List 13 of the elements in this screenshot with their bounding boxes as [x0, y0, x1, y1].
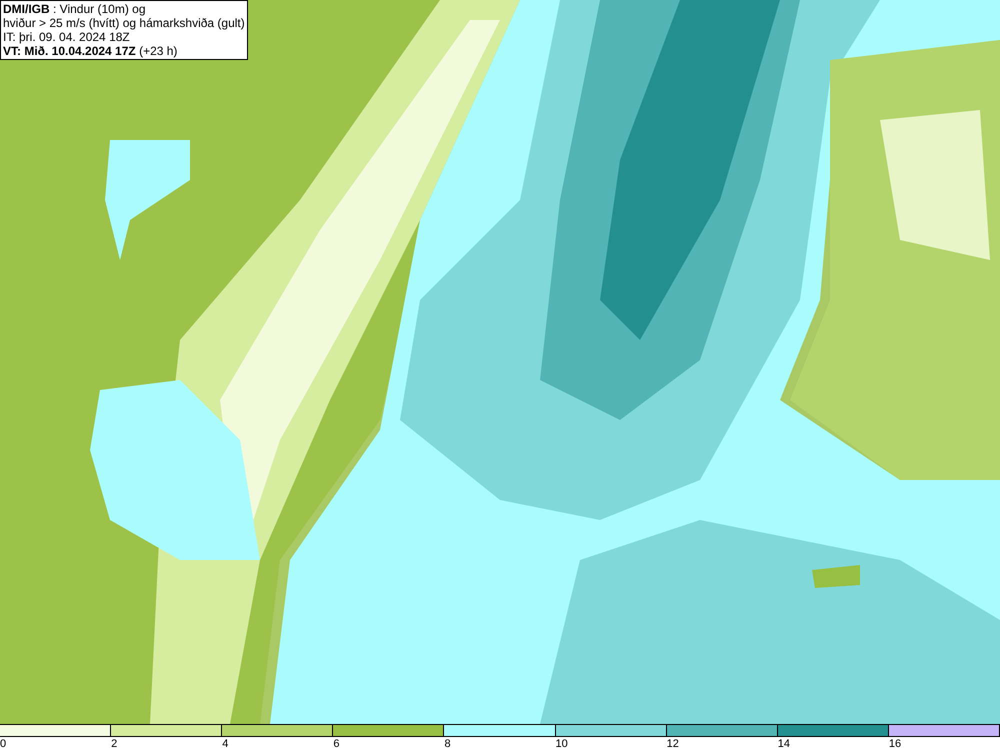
title-text: DMI/IGB : Vindur (10m) og	[3, 2, 146, 16]
title-text: hviður > 25 m/s (hvítt) og hámarkshviða (gult)	[3, 16, 245, 30]
legend-label: 2	[111, 737, 118, 752]
legend-label: 12	[666, 737, 679, 752]
legend-label: 0	[0, 737, 6, 752]
title-text: IT: þri. 09. 04. 2024 18Z	[3, 30, 131, 44]
legend-label: 6	[333, 737, 340, 752]
title-text: VT: Mið. 10.04.2024 17Z (+23 h)	[3, 44, 178, 58]
legend-label: 14	[778, 737, 790, 752]
legend-label: 4	[222, 737, 228, 752]
legend-label: 10	[556, 737, 568, 752]
legend-label: 8	[444, 737, 451, 752]
legend-label: 16	[888, 737, 902, 752]
